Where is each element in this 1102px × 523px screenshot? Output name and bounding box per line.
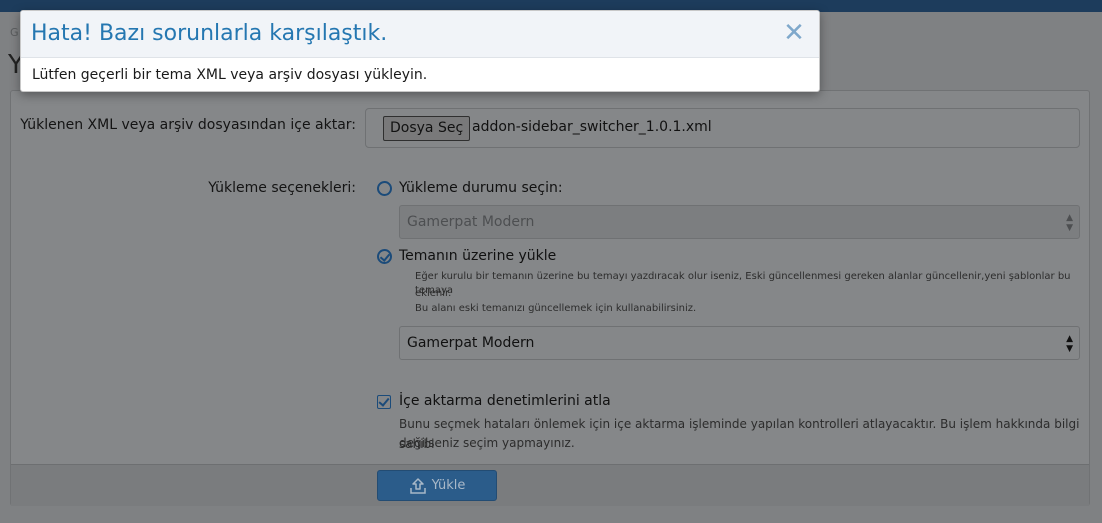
error-modal: Hata! Bazı sorunlarla karşılaştık. ✕ Lüt… bbox=[20, 10, 820, 92]
chevron-updown-icon: ▲ ▼ bbox=[1066, 334, 1073, 354]
upload-submit-label: Yükle bbox=[431, 478, 466, 493]
error-modal-header: Hata! Bazı sorunlarla karşılaştık. ✕ bbox=[21, 11, 819, 58]
choose-file-button[interactable]: Dosya Seç bbox=[383, 116, 471, 141]
chevron-updown-icon: ▲ ▼ bbox=[1066, 213, 1073, 233]
options-label: Yükleme seçenekleri: bbox=[208, 180, 356, 196]
skip-checks-label[interactable]: İçe aktarma denetimlerini atla bbox=[399, 393, 611, 409]
upload-submit-button[interactable]: Yükle bbox=[377, 470, 497, 501]
breadcrumb[interactable]: G bbox=[10, 26, 19, 39]
error-modal-message: Lütfen geçerli bir tema XML veya arşiv d… bbox=[32, 67, 428, 83]
skip-checks-checkbox[interactable] bbox=[377, 395, 391, 409]
overwrite-hint-line-2: eklenir. bbox=[415, 288, 452, 299]
overwrite-theme-dropdown[interactable]: Gamerpat Modern ▲ ▼ bbox=[399, 326, 1080, 360]
overwrite-hint-line-1: Eğer kurulu bir temanın üzerine bu temay… bbox=[415, 271, 1071, 296]
form-footer bbox=[11, 464, 1089, 506]
select-state-dropdown[interactable]: Gamerpat Modern ▲ ▼ bbox=[399, 205, 1080, 239]
import-form: Yüklenen XML veya arşiv dosyasından içe … bbox=[10, 90, 1090, 506]
file-upload-field: Dosya Seç addon-sidebar_switcher_1.0.1.x… bbox=[365, 108, 1080, 148]
radio-overwrite-checked-icon[interactable] bbox=[377, 249, 392, 264]
overwrite-theme-value: Gamerpat Modern bbox=[407, 335, 535, 351]
overwrite-hint-line-3: Bu alanı eski temanızı güncellemek için … bbox=[415, 303, 697, 314]
error-modal-title: Hata! Bazı sorunlarla karşılaştık. bbox=[31, 21, 388, 46]
option-overwrite-label[interactable]: Temanın üzerine yükle bbox=[399, 248, 556, 264]
skip-checks-hint-line-2: değilseniz seçim yapmayınız. bbox=[399, 436, 575, 450]
select-state-value: Gamerpat Modern bbox=[407, 214, 535, 230]
radio-select-state[interactable] bbox=[377, 181, 392, 196]
import-label: Yüklenen XML veya arşiv dosyasından içe … bbox=[20, 117, 356, 133]
selected-file-name: addon-sidebar_switcher_1.0.1.xml bbox=[472, 119, 712, 135]
upload-icon bbox=[409, 477, 426, 494]
option-select-state-label[interactable]: Yükleme durumu seçin: bbox=[399, 180, 563, 196]
close-icon[interactable]: ✕ bbox=[783, 20, 805, 46]
